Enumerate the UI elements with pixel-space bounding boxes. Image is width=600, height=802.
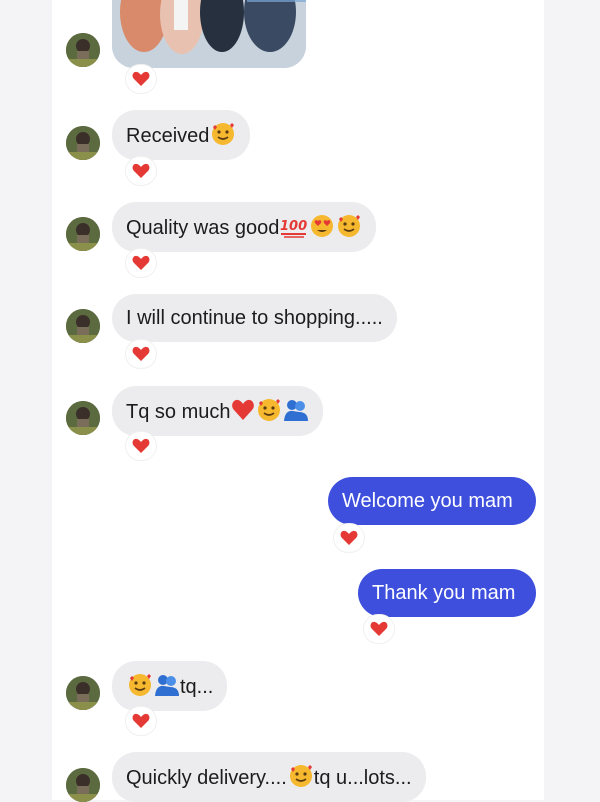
red-heart-icon — [232, 399, 255, 420]
avatar-photo — [66, 768, 100, 802]
heart-reaction[interactable] — [126, 432, 156, 460]
message-text: Quality was good — [126, 217, 280, 239]
message-text: Thank you mam — [372, 582, 516, 604]
heart-reaction[interactable] — [126, 340, 156, 368]
avatar-photo — [66, 126, 100, 160]
message-bubble[interactable]: Tq so much — [112, 386, 324, 436]
avatar-photo — [66, 217, 100, 251]
message-bubble[interactable]: Received — [112, 110, 251, 160]
sandals-photo — [112, 0, 306, 68]
heart-reaction[interactable] — [126, 249, 156, 277]
avatar-photo — [66, 676, 100, 710]
smiling-face-with-hearts-icon — [258, 399, 281, 421]
svg-text:100: 100 — [280, 219, 307, 234]
heart-reaction[interactable] — [126, 707, 156, 735]
sender-avatar[interactable] — [66, 309, 100, 343]
heart-icon — [132, 438, 150, 453]
product-photo-message[interactable] — [112, 0, 306, 68]
avatar-photo — [66, 33, 100, 67]
message-bubble[interactable]: I will continue to shopping..... — [112, 294, 397, 342]
heart-icon — [132, 163, 150, 178]
heart-icon — [132, 255, 150, 270]
heart-icon — [132, 713, 150, 728]
heart-icon — [132, 346, 150, 361]
outgoing-message-bubble[interactable]: Welcome you mam — [328, 477, 536, 525]
heart-reaction[interactable] — [334, 524, 364, 552]
smiling-face-with-hearts-icon — [289, 765, 312, 787]
smiling-face-with-hearts-icon — [338, 215, 361, 237]
people-hugging-icon — [284, 400, 309, 421]
heart-reaction[interactable] — [126, 157, 156, 185]
message-text: tq... — [180, 676, 214, 698]
avatar-photo — [66, 401, 100, 435]
heart-icon — [132, 71, 150, 86]
heart-reaction[interactable] — [126, 65, 156, 93]
message-text: Received — [126, 125, 210, 147]
smiling-face-with-hearts-icon — [129, 674, 151, 696]
message-text: Quickly delivery.... — [126, 767, 287, 789]
sender-avatar[interactable] — [66, 126, 100, 160]
smiling-face-with-hearts-icon — [212, 123, 235, 145]
message-bubble[interactable]: Quickly delivery.... tq u...lots... — [112, 752, 426, 802]
heart-reaction[interactable] — [364, 615, 394, 643]
heart-icon — [340, 530, 358, 545]
message-text: Tq so much — [126, 401, 231, 423]
avatar-photo — [66, 309, 100, 343]
message-text: Welcome you mam — [342, 490, 513, 512]
sender-avatar[interactable] — [66, 217, 100, 251]
hundred-points-icon: 100 — [280, 219, 308, 238]
sender-avatar[interactable] — [66, 401, 100, 435]
message-bubble[interactable]: tq... — [112, 661, 228, 711]
message-text: tq u...lots... — [313, 767, 412, 789]
message-bubble[interactable]: Quality was good 100 — [112, 202, 377, 252]
heart-eyes-icon — [311, 215, 334, 237]
sender-avatar[interactable] — [66, 33, 100, 67]
heart-icon — [370, 621, 388, 636]
people-hugging-icon — [155, 675, 179, 696]
sender-avatar[interactable] — [66, 768, 100, 802]
sender-avatar[interactable] — [66, 676, 100, 710]
message-text: I will continue to shopping..... — [126, 307, 383, 329]
outgoing-message-bubble[interactable]: Thank you mam — [358, 569, 536, 617]
